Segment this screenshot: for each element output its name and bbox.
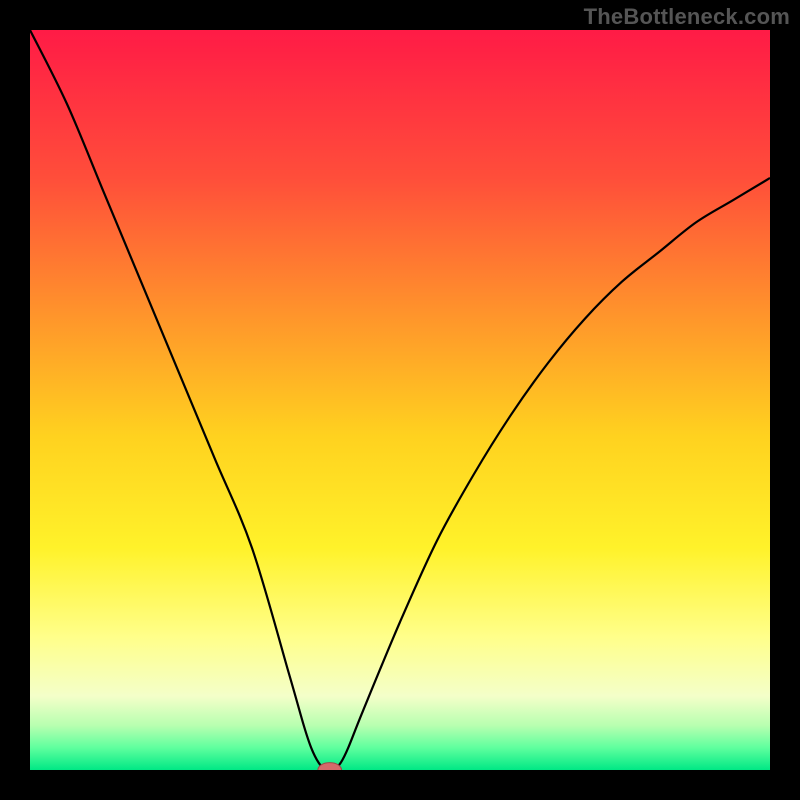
chart-svg — [30, 30, 770, 770]
gradient-background — [30, 30, 770, 770]
plot-area — [30, 30, 770, 770]
chart-frame: TheBottleneck.com — [0, 0, 800, 800]
watermark-text: TheBottleneck.com — [584, 4, 790, 30]
